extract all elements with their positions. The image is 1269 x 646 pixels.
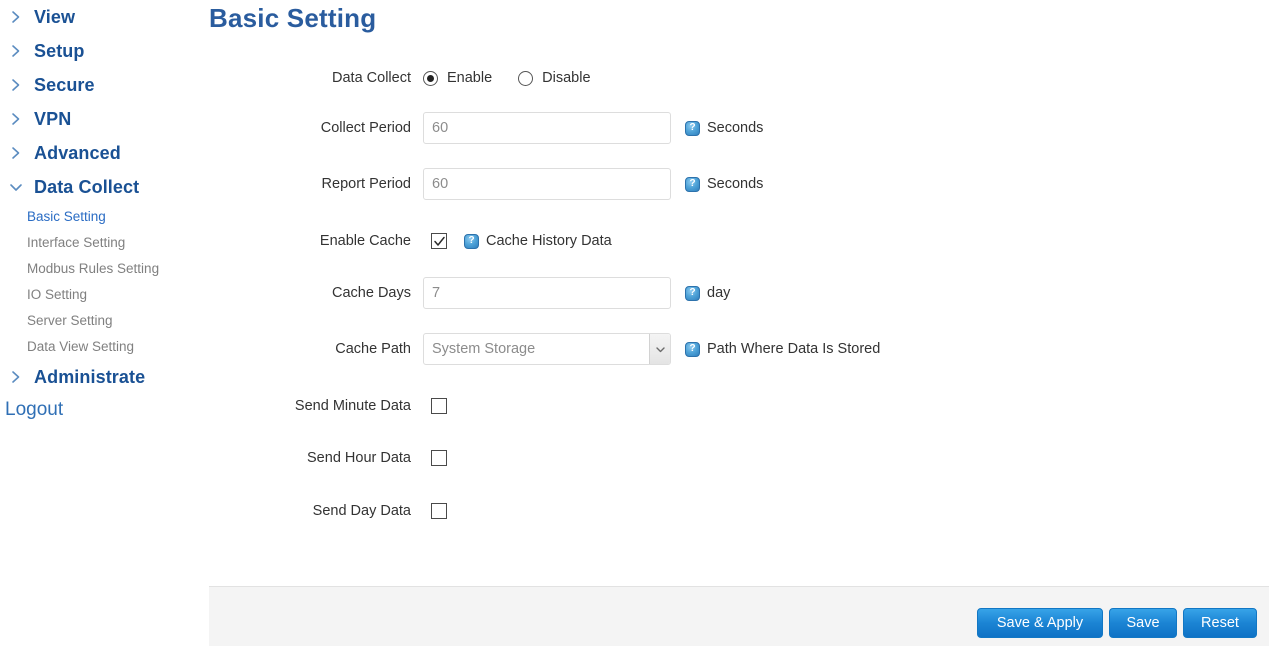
cache-path-select[interactable]: System Storage (423, 333, 671, 365)
page-root: View Setup Secure VPN Advanced Data Coll… (0, 0, 1269, 646)
sidebar-item-setup[interactable]: Setup (0, 34, 209, 68)
sidebar-item-server-setting[interactable]: Server Setting (0, 308, 209, 334)
field-row-data-collect: Data Collect Enable Disable (209, 63, 1269, 93)
field-row-send-minute-data: Send Minute Data (209, 391, 1269, 421)
help-question-icon[interactable]: ? (464, 233, 479, 249)
reset-button[interactable]: Reset (1183, 608, 1257, 638)
logout-link[interactable]: Logout (5, 399, 63, 421)
chevron-down-icon (8, 179, 24, 195)
sidebar-item-basic-setting[interactable]: Basic Setting (0, 204, 209, 230)
collect-period-hint: Seconds (707, 120, 764, 136)
cache-days-hint: day (707, 285, 731, 301)
field-label-send-hour-data: Send Hour Data (307, 450, 411, 466)
chevron-right-icon (8, 111, 24, 127)
main-content: Basic Setting Data Collect Enable Disabl… (209, 0, 1269, 646)
sidebar-item-interface-setting[interactable]: Interface Setting (0, 230, 209, 256)
help-question-icon[interactable]: ? (685, 341, 700, 357)
field-label-report-period: Report Period (321, 176, 411, 192)
help-question-icon[interactable]: ? (685, 285, 700, 301)
chevron-right-icon (8, 77, 24, 93)
cache-days-input[interactable] (423, 277, 671, 309)
sidebar-item-advanced[interactable]: Advanced (0, 136, 209, 170)
sidebar-item-label: Data Collect (34, 176, 140, 197)
sidebar-item-data-collect[interactable]: Data Collect (0, 170, 209, 204)
sidebar: View Setup Secure VPN Advanced Data Coll… (0, 0, 209, 646)
chevron-right-icon (8, 43, 24, 59)
save-and-apply-button[interactable]: Save & Apply (977, 608, 1103, 638)
report-period-input[interactable] (423, 168, 671, 200)
radio-data-collect-disable[interactable] (518, 70, 534, 86)
collect-period-input[interactable] (423, 112, 671, 144)
sidebar-item-label: Administrate (34, 366, 146, 387)
sidebar-item-label: VPN (34, 108, 72, 129)
report-period-hint: Seconds (707, 176, 764, 192)
sidebar-item-view[interactable]: View (0, 0, 209, 34)
field-label-collect-period: Collect Period (320, 120, 411, 136)
field-label-data-collect: Data Collect (332, 70, 411, 86)
sidebar-item-data-view-setting[interactable]: Data View Setting (0, 334, 209, 360)
sidebar-item-label: Setup (34, 40, 85, 61)
enable-cache-hint: Cache History Data (486, 233, 612, 249)
sidebar-item-administrate[interactable]: Administrate (0, 360, 209, 394)
footer-action-bar: Save & Apply Save Reset (209, 586, 1269, 646)
radio-data-collect-enable[interactable] (423, 70, 438, 86)
sidebar-item-label: View (34, 6, 76, 27)
field-row-cache-days: Cache Days ? day (209, 277, 1269, 309)
field-row-collect-period: Collect Period ? Seconds (209, 112, 1269, 144)
cache-path-hint: Path Where Data Is Stored (707, 341, 881, 357)
chevron-right-icon (8, 145, 24, 161)
help-question-icon[interactable]: ? (685, 176, 700, 192)
field-label-cache-days: Cache Days (332, 285, 411, 301)
field-label-enable-cache: Enable Cache (319, 233, 411, 249)
chevron-right-icon (8, 369, 24, 385)
sidebar-item-modbus-rules-setting[interactable]: Modbus Rules Setting (0, 256, 209, 282)
field-label-send-minute-data: Send Minute Data (294, 398, 411, 414)
sidebar-item-label: Advanced (34, 142, 121, 163)
field-row-send-hour-data: Send Hour Data (209, 443, 1269, 473)
send-day-data-checkbox[interactable] (431, 503, 447, 519)
send-minute-data-checkbox[interactable] (431, 398, 447, 414)
field-row-cache-path: Cache Path System Storage ? Path Where D… (209, 333, 1269, 365)
help-question-icon[interactable]: ? (685, 120, 700, 136)
sidebar-item-secure[interactable]: Secure (0, 68, 209, 102)
field-row-enable-cache: Enable Cache ? Cache History Data (209, 226, 1269, 256)
sidebar-item-io-setting[interactable]: IO Setting (0, 282, 209, 308)
radio-label-enable: Enable (447, 70, 493, 86)
save-button[interactable]: Save (1109, 608, 1177, 638)
sidebar-item-label: Secure (34, 74, 95, 95)
cache-path-select-wrapper: System Storage (423, 333, 671, 365)
chevron-right-icon (8, 9, 24, 25)
field-row-send-day-data: Send Day Data (209, 496, 1269, 526)
enable-cache-checkbox[interactable] (431, 233, 447, 249)
sidebar-item-vpn[interactable]: VPN (0, 102, 209, 136)
send-hour-data-checkbox[interactable] (431, 450, 447, 466)
page-title: Basic Setting (209, 3, 377, 33)
field-label-send-day-data: Send Day Data (312, 503, 411, 519)
field-row-report-period: Report Period ? Seconds (209, 168, 1269, 200)
radio-label-disable: Disable (542, 70, 591, 86)
field-label-cache-path: Cache Path (335, 341, 411, 357)
